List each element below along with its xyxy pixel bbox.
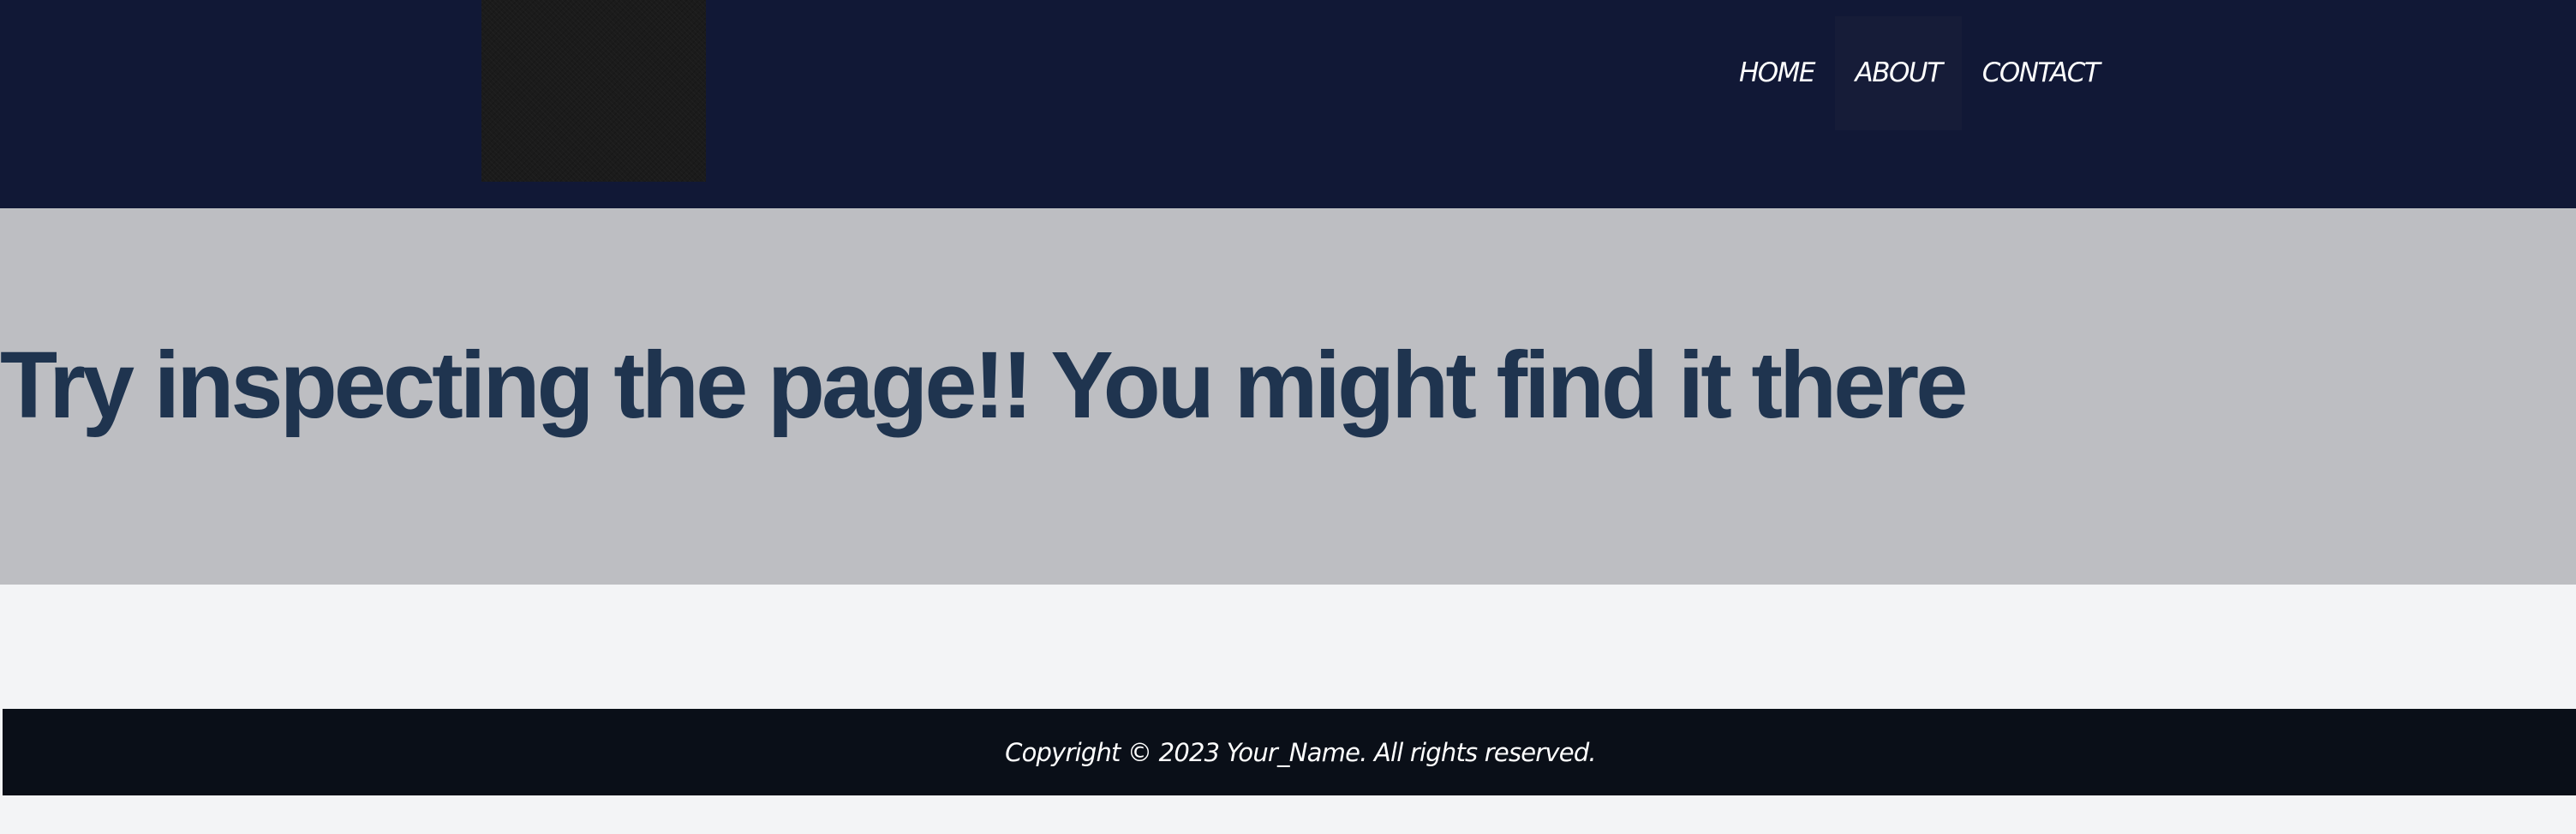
top-navbar: HOME ABOUT CONTACT: [0, 0, 2576, 208]
site-logo[interactable]: [481, 0, 706, 182]
hero-section: Try inspecting the page!! You might find…: [0, 208, 2576, 585]
nav-contact-link[interactable]: CONTACT: [1968, 16, 2113, 130]
hero-title: Try inspecting the page!! You might find…: [0, 333, 1968, 438]
page-footer: Copyright © 2023 Your_Name. All rights r…: [3, 709, 2576, 795]
nav-about-link[interactable]: ABOUT: [1835, 16, 1962, 130]
copyright-text: Copyright © 2023 Your_Name. All rights r…: [1005, 737, 1597, 767]
nav-home-link[interactable]: HOME: [1724, 16, 1830, 130]
